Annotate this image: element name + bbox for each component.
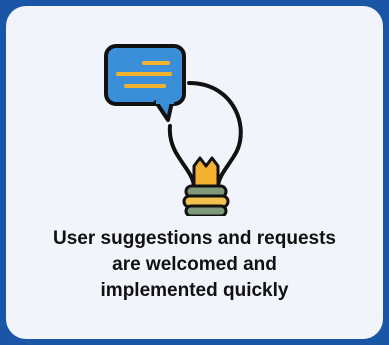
caption-line-2: are welcomed and bbox=[112, 254, 277, 275]
feature-caption: User suggestions and requests are welcom… bbox=[6, 226, 383, 304]
lightbulb-with-speech-bubble-icon bbox=[104, 44, 243, 216]
caption-line-3: implemented quickly bbox=[100, 280, 289, 301]
feature-card: User suggestions and requests are welcom… bbox=[6, 6, 383, 339]
caption-line-1: User suggestions and requests bbox=[53, 228, 336, 249]
